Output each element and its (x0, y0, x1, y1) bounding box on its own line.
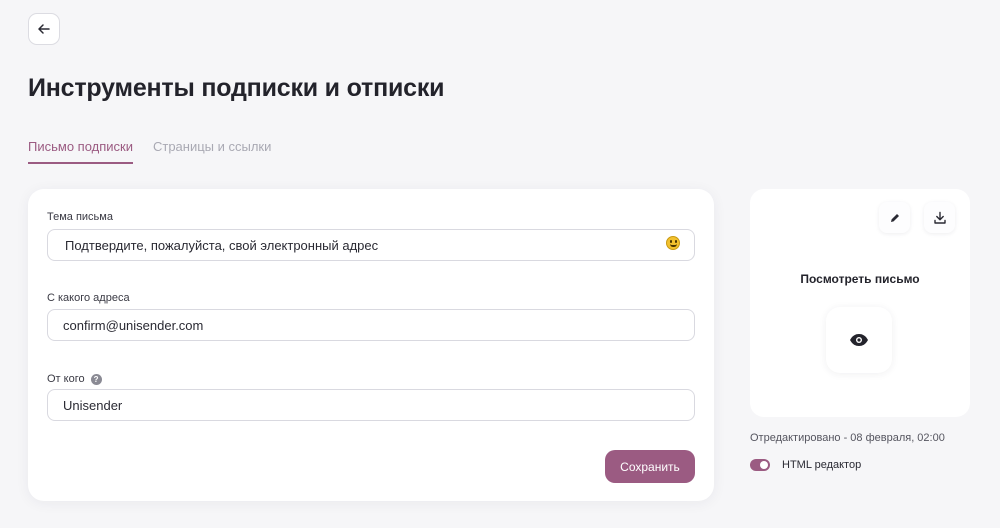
from-name-label-text: От кого (47, 373, 85, 385)
html-editor-toggle[interactable] (750, 459, 770, 471)
from-address-input[interactable] (47, 309, 695, 341)
tab-subscription-email[interactable]: Письмо подписки (28, 139, 133, 164)
tab-bar: Письмо подписки Страницы и ссылки (28, 139, 271, 164)
email-settings-card: Тема письма С какого адреса От кого ? Со… (28, 189, 714, 501)
page-title: Инструменты подписки и отписки (28, 74, 445, 102)
preview-title: Посмотреть письмо (800, 272, 920, 286)
html-editor-label: HTML редактор (782, 459, 862, 471)
question-icon[interactable]: ? (90, 373, 102, 385)
html-editor-row: HTML редактор (750, 459, 861, 471)
from-address-label: С какого адреса (47, 292, 130, 304)
view-email-button[interactable] (826, 307, 892, 373)
last-edited-text: Отредактировано - 08 февраля, 02:00 (750, 432, 945, 444)
subject-input[interactable] (47, 229, 695, 261)
from-name-label: От кого ? (47, 373, 102, 385)
arrow-left-icon (38, 24, 50, 34)
smiley-icon[interactable] (666, 236, 680, 250)
back-button[interactable] (28, 13, 60, 45)
save-button[interactable]: Сохранить (605, 450, 695, 483)
toggle-knob (760, 461, 768, 469)
subject-label-text: Тема письма (47, 211, 113, 223)
subject-label: Тема письма (47, 211, 113, 223)
from-address-label-text: С какого адреса (47, 292, 130, 304)
download-button[interactable] (924, 202, 955, 233)
edit-button[interactable] (879, 202, 910, 233)
eye-icon (850, 334, 868, 346)
pencil-icon (890, 213, 899, 222)
from-name-input[interactable] (47, 389, 695, 421)
email-preview-card: Посмотреть письмо (750, 189, 970, 417)
download-icon (933, 211, 946, 224)
tab-pages-and-links[interactable]: Страницы и ссылки (153, 139, 271, 164)
